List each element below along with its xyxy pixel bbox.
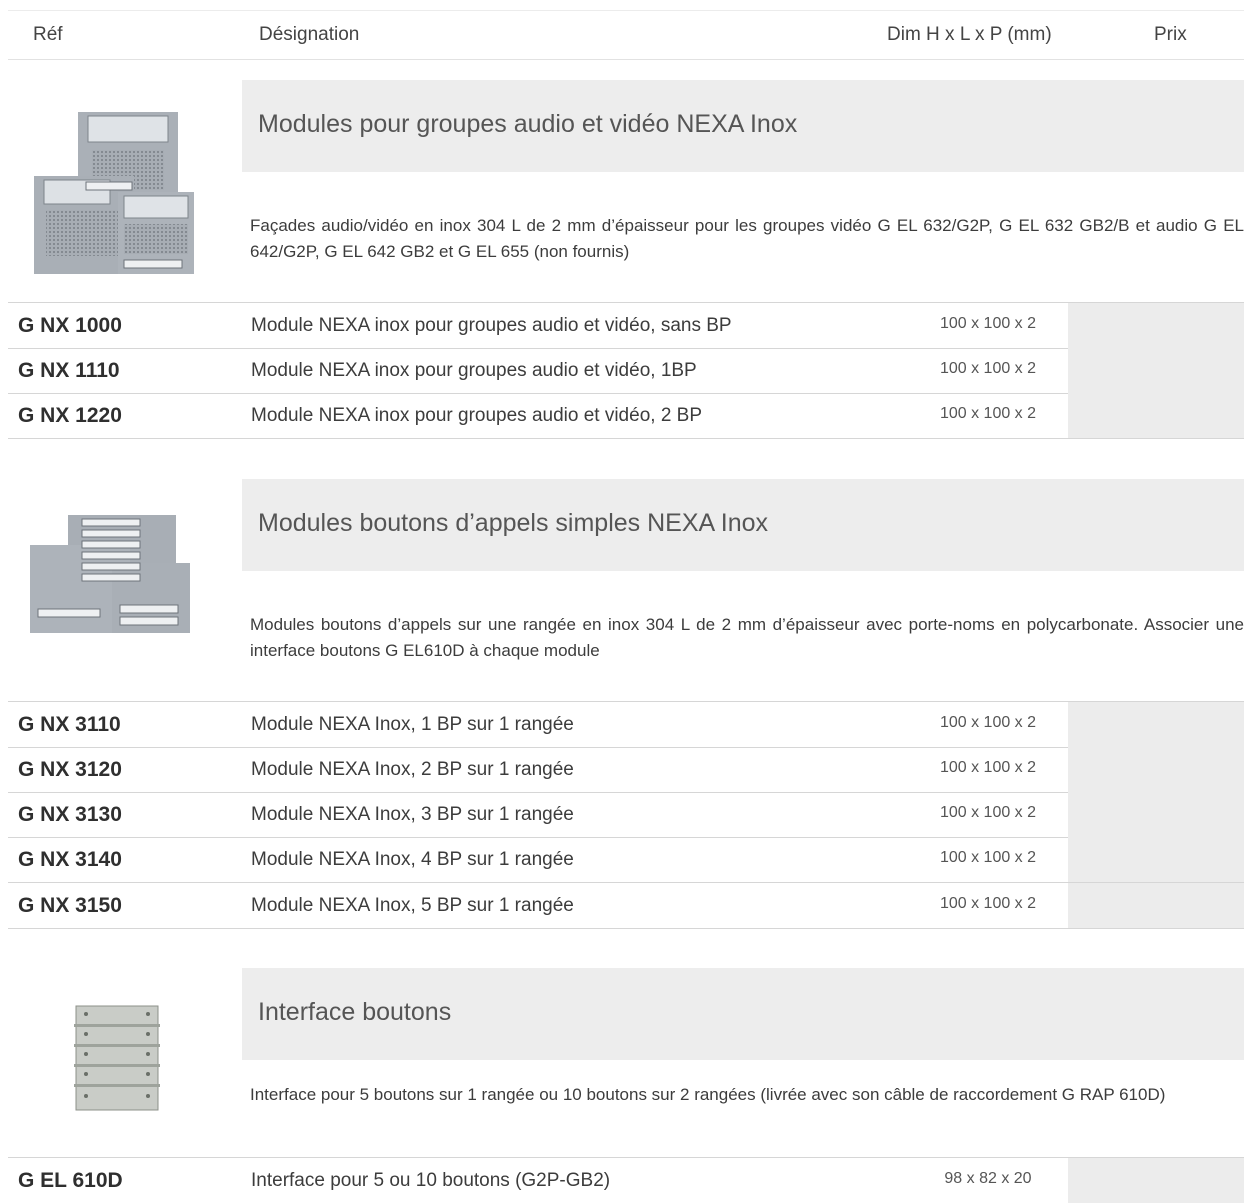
row-price-cell [1068,837,1244,882]
row-designation: Module NEXA Inox, 2 BP sur 1 rangée [251,759,574,780]
row-ref: G NX 3130 [18,803,122,826]
row-dimensions: 100 x 100 x 2 [939,895,1037,912]
section-title: Modules pour groupes audio et vidéo NEXA… [258,110,798,138]
table-row: G NX 1000 Module NEXA inox pour groupes … [8,302,1244,349]
row-ref: G NX 1000 [18,314,122,337]
row-ref: G EL 610D [18,1169,123,1192]
row-ref: G NX 3150 [18,894,122,917]
row-price-cell [1068,792,1244,837]
audio-video-module-image [20,110,220,280]
row-dimensions: 100 x 100 x 2 [939,714,1037,731]
section-description: Interface pour 5 boutons sur 1 rangée ou… [250,1085,1166,1104]
row-ref: G NX 3120 [18,758,122,781]
row-ref: G NX 3110 [18,713,121,736]
row-designation: Module NEXA Inox, 5 BP sur 1 rangée [251,895,574,916]
row-ref: G NX 1220 [18,404,122,427]
row-dimensions: 98 x 82 x 20 [944,1170,1032,1187]
call-button-module-image [20,513,220,633]
row-price-cell [1068,303,1244,348]
table-row: G NX 3140 Module NEXA Inox, 4 BP sur 1 r… [8,837,1244,883]
row-designation: Module NEXA inox pour groupes audio et v… [251,315,732,336]
button-interface-image [20,1004,220,1114]
section-description: Façades audio/vidéo en inox 304 L de 2 m… [250,216,1244,261]
row-price-cell [1068,747,1244,792]
row-designation: Module NEXA Inox, 4 BP sur 1 rangée [251,849,574,870]
section-title-box: Modules pour groupes audio et vidéo NEXA… [242,80,1244,172]
table-row: G NX 3150 Module NEXA Inox, 5 BP sur 1 r… [8,883,1244,929]
row-dimensions: 100 x 100 x 2 [939,405,1037,422]
section-title-box: Modules boutons d’appels simples NEXA In… [242,479,1244,571]
row-designation: Module NEXA Inox, 3 BP sur 1 rangée [251,804,574,825]
table-row: G EL 610D Interface pour 5 ou 10 boutons… [8,1157,1244,1203]
header-price: Prix [1154,24,1187,45]
row-price-cell [1068,393,1244,438]
header-dim: Dim H x L x P (mm) [887,24,1052,45]
row-dimensions: 100 x 100 x 2 [939,804,1037,821]
table-row: G NX 3110 Module NEXA Inox, 1 BP sur 1 r… [8,701,1244,748]
header-designation: Désignation [259,24,360,45]
row-price-cell [1068,702,1244,747]
row-price-cell [1068,1158,1244,1203]
row-designation: Module NEXA Inox, 1 BP sur 1 rangée [251,714,574,735]
row-dimensions: 100 x 100 x 2 [939,360,1037,377]
row-designation: Interface pour 5 ou 10 boutons (G2P-GB2) [251,1170,611,1191]
section-title: Interface boutons [258,998,452,1026]
table-row: G NX 1110 Module NEXA inox pour groupes … [8,348,1244,394]
section-title: Modules boutons d’appels simples NEXA In… [258,509,769,537]
section-title-box: Interface boutons [242,968,1244,1060]
row-price-cell [1068,883,1244,928]
section-description: Modules boutons d’appels sur une rangée … [250,615,1244,660]
row-ref: G NX 1110 [18,359,120,382]
row-designation: Module NEXA inox pour groupes audio et v… [251,360,697,381]
row-price-cell [1068,348,1244,393]
row-dimensions: 100 x 100 x 2 [939,849,1037,866]
header-ref: Réf [33,24,63,45]
table-header: Réf Désignation Dim H x L x P (mm) Prix [8,10,1244,60]
table-row: G NX 1220 Module NEXA inox pour groupes … [8,393,1244,439]
row-dimensions: 100 x 100 x 2 [939,759,1037,776]
table-row: G NX 3130 Module NEXA Inox, 3 BP sur 1 r… [8,792,1244,838]
row-dimensions: 100 x 100 x 2 [939,315,1037,332]
table-row: G NX 3120 Module NEXA Inox, 2 BP sur 1 r… [8,747,1244,793]
row-designation: Module NEXA inox pour groupes audio et v… [251,405,703,426]
row-ref: G NX 3140 [18,848,122,871]
